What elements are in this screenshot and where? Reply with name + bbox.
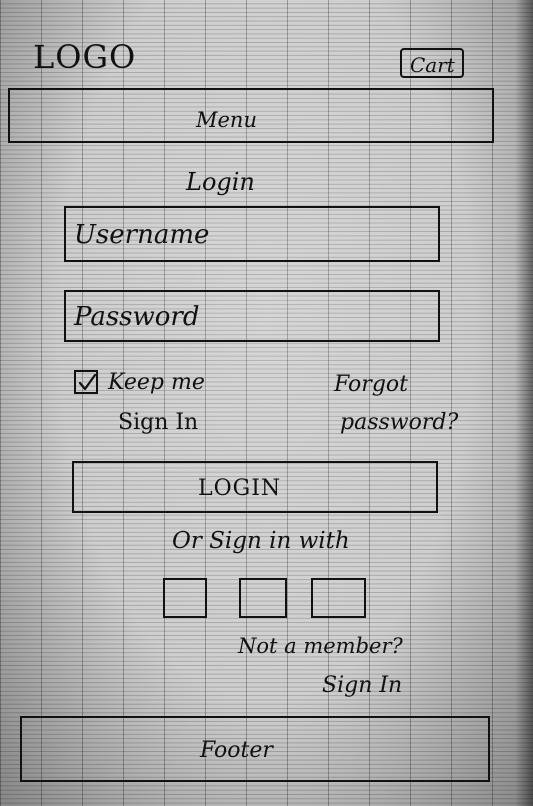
social-signin-prompt: Or Sign in with [172,528,350,554]
password-field[interactable]: Password [64,290,440,342]
checkmark-icon [78,373,97,391]
social-signin-button-3[interactable] [311,578,366,618]
username-field[interactable]: Username [64,206,440,262]
keep-signed-in-checkbox[interactable] [74,370,98,394]
paper-edge [515,0,533,806]
username-placeholder: Username [74,220,210,250]
cart-button[interactable]: Cart [400,48,464,78]
social-signin-button-1[interactable] [163,578,207,618]
login-title: Login [186,168,255,196]
logo[interactable]: LOGO [33,38,136,76]
password-placeholder: Password [74,302,200,332]
footer: Footer [20,716,490,782]
login-button[interactable]: LOGIN [72,461,438,513]
signup-link[interactable]: Sign In [322,673,402,698]
footer-label: Footer [200,738,273,763]
menu-bar[interactable]: Menu [8,88,494,143]
forgot-password-link[interactable]: Forgot [334,372,408,397]
menu-label: Menu [196,108,257,132]
forgot-password-link-line2[interactable]: password? [340,410,458,435]
cart-label: Cart [410,53,455,77]
social-signin-button-2[interactable] [239,578,287,618]
keep-signed-in-label-line1: Keep me [108,370,205,395]
signup-prompt: Not a member? [238,634,403,658]
login-button-label: LOGIN [198,476,282,501]
keep-signed-in-label-line2: Sign In [118,410,199,435]
